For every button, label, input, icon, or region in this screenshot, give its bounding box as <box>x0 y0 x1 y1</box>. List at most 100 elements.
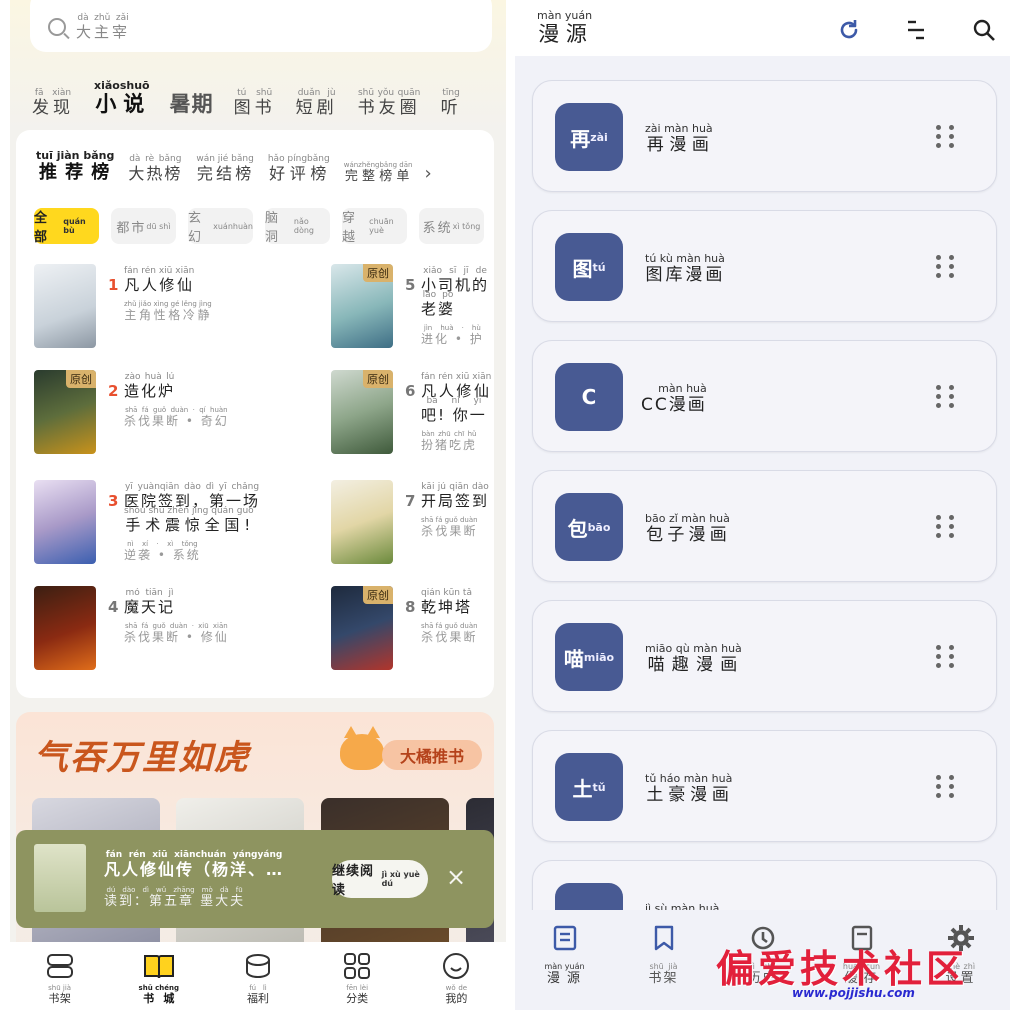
book-tags: 杀伐果断 • 奇幻shā fá guǒ duàn · qí huàn <box>124 406 229 428</box>
book-cover: 原创 <box>331 264 393 348</box>
tab-novel[interactable]: 小说xiǎoshuō <box>92 79 150 118</box>
reading-progress: 读到：第五章 墨大夫dú dào dì wǔ zhāng mò dà fū <box>104 886 246 909</box>
novel-app-panel: 大主宰dà zhǔ zǎi 发现fā xiàn 小说xiǎoshuō 暑期 图书… <box>10 0 506 1020</box>
source-name: 图库漫画tú kù màn huà <box>645 252 725 285</box>
continue-reading-bar[interactable]: 凡人修仙传（杨洋、…fán rén xiū xiānchuán yángyáng… <box>16 830 494 928</box>
source-doc-icon <box>553 925 576 951</box>
book-rank: 8 <box>405 598 416 616</box>
more-vert-icon[interactable] <box>934 773 958 801</box>
source-item-baozi[interactable]: 包 bāo 包子漫画bāo zǐ màn huà <box>532 470 997 582</box>
book-title: 造化炉zào huà lú <box>124 372 176 400</box>
book-title-line2: 老婆lǎo pó <box>421 290 456 318</box>
search-icon[interactable] <box>972 18 996 42</box>
tab-listen[interactable]: 听tīng <box>441 88 462 118</box>
source-item-tuku[interactable]: 图 tú 图库漫画tú kù màn huà <box>532 210 997 322</box>
source-name: 土豪漫画tǔ háo màn huà <box>645 772 733 805</box>
book-item[interactable]: 原创 5 小司机的xiǎo sī jī de 老婆lǎo pó 进化 • 护jì… <box>331 264 506 350</box>
book-item[interactable]: 原创 8 乾坤塔qián kūn tǎ 杀伐果断shā fá guǒ duàn <box>331 586 506 672</box>
tab-summer[interactable]: 暑期 <box>170 88 214 118</box>
rank-tab-hot[interactable]: 大热榜dà rè bǎng <box>128 154 182 184</box>
source-name: CC漫画màn huà <box>641 382 707 415</box>
book-item[interactable]: 原创 6 凡人修仙fán rén xiū xiān 吧! 你一bā nǐ yī … <box>331 370 506 456</box>
nav-sources-label: 漫源màn yuán <box>544 962 585 986</box>
book-tags: 杀伐果断 • 修仙shā fá guǒ duàn · xiū xiān <box>124 622 229 644</box>
tab-discover[interactable]: 发现fā xiàn <box>32 88 74 118</box>
source-name: 喵趣漫画miāo qù màn huà <box>645 642 742 675</box>
source-name: 包子漫画bāo zǐ màn huà <box>645 512 730 545</box>
more-vert-icon[interactable] <box>934 123 958 151</box>
search-bar[interactable]: 大主宰dà zhǔ zǎi <box>30 0 492 52</box>
chip-brainhole[interactable]: 脑洞 nǎo dòng <box>265 208 330 245</box>
refresh-icon[interactable] <box>837 18 861 42</box>
search-placeholder: 大主宰dà zhǔ zǎi <box>76 12 131 41</box>
rank-tab-full-list[interactable]: 完整榜单wánzhěngbǎng dān <box>344 161 413 184</box>
nav-shelf[interactable]: 书架shū jià <box>624 924 704 1010</box>
nav-category[interactable]: 分类fēn lèi <box>322 952 392 1006</box>
book-item[interactable]: 1 凡人修仙fán rén xiū xiān 主角性格冷静zhǔ jiǎo xì… <box>34 264 254 350</box>
book-cover: 原创 <box>331 370 393 454</box>
watermark-text: 偏爱技术社区 <box>716 946 969 991</box>
chevron-right-icon[interactable]: › <box>424 163 431 184</box>
more-vert-icon[interactable] <box>934 253 958 281</box>
continue-reading-button[interactable]: 继续阅读 jì xù yuè dú <box>332 860 428 898</box>
nav-category-label: 分类fēn lèi <box>346 984 369 1005</box>
chip-fantasy[interactable]: 玄幻 xuánhuàn <box>188 208 253 245</box>
book-item[interactable]: 3 医院签到，第一场yī yuànqiān dào dì yī chǎng 手术… <box>34 480 260 566</box>
book-cover <box>331 480 393 564</box>
book-cover <box>34 480 96 564</box>
source-item-tuhao[interactable]: 土 tǔ 土豪漫画tǔ háo màn huà <box>532 730 997 842</box>
more-vert-icon[interactable] <box>934 513 958 541</box>
watermark: 偏爱技术社区 www.pojjishu.com <box>716 938 1016 1008</box>
nav-mine[interactable]: 我的wǒ de <box>421 952 491 1006</box>
tab-short-drama[interactable]: 短剧duǎn jù <box>296 88 338 118</box>
nav-bookstore-label: 书城shū chéng <box>138 984 179 1005</box>
source-avatar: 土 tǔ <box>555 753 623 821</box>
nav-bookstore[interactable]: 书城shū chéng <box>124 952 194 1006</box>
ranking-card: 推荐榜tuī jiàn bǎng 大热榜dà rè bǎng 完结榜wán ji… <box>16 130 494 698</box>
tab-books[interactable]: 图书tú shū <box>234 88 276 118</box>
bottom-nav: 书架shū jià 书城shū chéng 福利fú lì 分类fēn lèi … <box>10 942 506 1020</box>
nav-welfare-label: 福利fú lì <box>246 984 269 1005</box>
app-bar: 漫源màn yuán <box>515 10 1010 56</box>
book-rank: 6 <box>405 382 416 400</box>
page-title: 漫源màn yuán <box>537 10 593 46</box>
rank-tab-rated[interactable]: 好评榜hǎo píngbǎng <box>268 154 330 184</box>
book-cover <box>34 264 96 348</box>
watermark-url: www.pojjishu.com <box>792 986 915 1000</box>
book-open-icon <box>143 955 174 979</box>
original-badge: 原创 <box>363 264 393 282</box>
chip-urban[interactable]: 都市 dū shì <box>111 208 176 244</box>
rank-tab-finished[interactable]: 完结榜wán jié bǎng <box>196 154 254 184</box>
original-badge: 原创 <box>363 370 393 388</box>
book-item[interactable]: 原创 2 造化炉zào huà lú 杀伐果断 • 奇幻shā fá guǒ d… <box>34 370 254 456</box>
chip-time-travel[interactable]: 穿越 chuān yuè <box>342 208 407 245</box>
rank-tab-recommend[interactable]: 推荐榜tuī jiàn bǎng <box>36 149 114 184</box>
book-tags: 杀伐果断shā fá guǒ duàn <box>421 622 478 644</box>
book-item[interactable]: 4 魔天记mó tiān jì 杀伐果断 • 修仙shā fá guǒ duàn… <box>34 586 254 672</box>
search-icon <box>48 18 66 36</box>
tab-book-circle[interactable]: 书友圈shū yǒu quān <box>358 88 421 118</box>
chip-all[interactable]: 全部 quán bù <box>34 208 99 245</box>
book-cover: 原创 <box>331 586 393 670</box>
bookmark-icon <box>654 925 673 951</box>
original-badge: 原创 <box>66 370 96 388</box>
source-avatar: 包 bāo <box>555 493 623 561</box>
book-title-line2: 手术震惊全国!shǒu shù zhèn jīng quán guó <box>124 506 254 534</box>
nav-welfare[interactable]: 福利fú lì <box>223 952 293 1006</box>
close-icon[interactable]: × <box>444 865 468 890</box>
chip-system[interactable]: 系统 xì tǒng <box>419 208 484 244</box>
source-item-zai[interactable]: 再 zài 再漫画zài màn huà <box>532 80 997 192</box>
book-title: 开局签到kāi jú qiān dào <box>421 482 490 510</box>
sort-menu-icon[interactable] <box>904 18 928 42</box>
promo-tag: 大橘推书 <box>382 740 482 770</box>
more-vert-icon[interactable] <box>934 643 958 671</box>
more-vert-icon[interactable] <box>934 383 958 411</box>
nav-sources[interactable]: 漫源màn yuán <box>525 924 605 1010</box>
source-item-miaoqu[interactable]: 喵 miāo 喵趣漫画miāo qù màn huà <box>532 600 997 712</box>
book-item[interactable]: 7 开局签到kāi jú qiān dào 杀伐果断shā fá guǒ duà… <box>331 480 506 566</box>
original-badge: 原创 <box>363 586 393 604</box>
nav-bookshelf[interactable]: 书架shū jià <box>25 952 95 1006</box>
nav-mine-label: 我的wǒ de <box>445 984 468 1005</box>
source-item-cc[interactable]: C CC漫画màn huà <box>532 340 997 452</box>
comic-source-panel: 漫源màn yuán 再 zài 再漫画zài màn huà 图 tú 图库漫画t… <box>515 10 1010 1010</box>
